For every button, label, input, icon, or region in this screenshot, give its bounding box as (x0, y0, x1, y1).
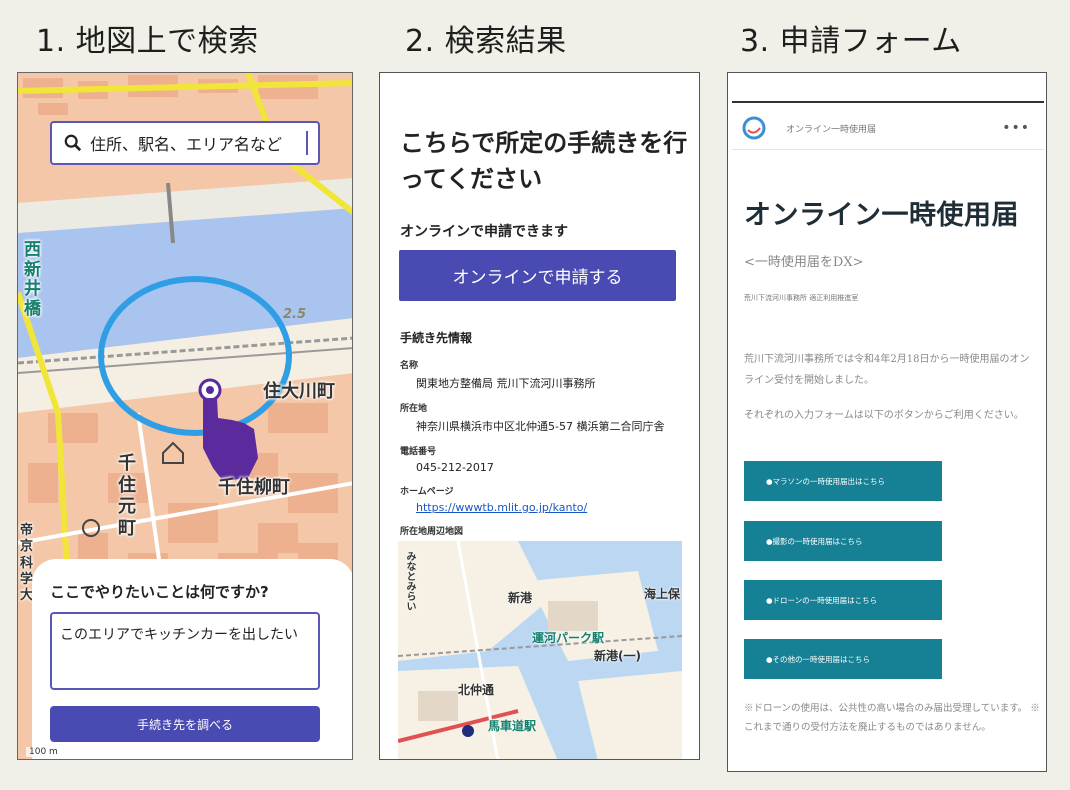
map-label-elevation: 2.5 (283, 307, 307, 322)
step1-title: 1. 地図上で検索 (36, 24, 259, 59)
site-logo-icon (742, 116, 766, 140)
location-map[interactable]: みなとみらい 新港 運河パーク駅 新港(一) 北仲通 馬車道駅 海上保 (398, 541, 682, 759)
purpose-textarea[interactable]: このエリアでキッチンカーを出したい (50, 612, 320, 690)
name-label: 名称 (400, 361, 419, 371)
office-info: 荒川下流河川事務所 適正利用推進室 (744, 294, 859, 302)
site-name: オンライン一時使用届 (786, 124, 877, 135)
phone-label: 電話番号 (400, 447, 437, 457)
drone-form-button[interactable]: ●ドローンの一時使用届はこちら (744, 580, 942, 620)
map-label-senju-motomachi: 千 住 元 町 (118, 453, 136, 539)
form-header: オンライン一時使用届 ••• (742, 113, 1042, 143)
map-search-input[interactable]: 住所、駅名、エリア名など (50, 121, 320, 165)
step3-title: 3. 申請フォーム (740, 24, 962, 59)
map-text-minatomirai: みなとみらい (404, 551, 415, 611)
homepage-label: ホームページ (400, 487, 454, 497)
map-text-shinko: 新港 (508, 591, 533, 605)
form-subtitle: <一時使用届をDX> (744, 255, 864, 270)
phone-value: 045-212-2017 (416, 461, 494, 474)
search-icon (64, 134, 82, 152)
map-label-nishiarai: 西 新 井 橋 (24, 240, 41, 319)
procedure-info: 手続き先情報 名称 関東地方整備局 荒川下流河川事務所 所在地 神奈川県横浜市中… (400, 329, 690, 541)
header-divider (732, 149, 1044, 150)
marathon-form-button[interactable]: ●マラソンの一時使用届出はこちら (744, 461, 942, 501)
map-text-unga-park: 運河パーク駅 (532, 631, 605, 645)
map-text-shinko1: 新港(一) (594, 649, 641, 663)
online-subheading: オンラインで申請できます (400, 224, 568, 240)
map-label: 所在地周辺地図 (400, 527, 464, 537)
homepage-link[interactable]: https://wwwtb.mlit.go.jp/kanto/ (400, 501, 690, 514)
intro-text: 荒川下流河川事務所では令和4年2月18日から一時使用届のオンライン受付を開始しま… (744, 354, 1030, 386)
search-placeholder: 住所、駅名、エリア名など (90, 135, 283, 154)
form-title: オンライン一時使用届 (744, 200, 1019, 231)
name-value: 関東地方整備局 荒川下流河川事務所 (416, 377, 596, 390)
question-label: ここでやりたいことは何ですか? (50, 583, 269, 601)
instruction-text: それぞれの入力フォームは以下のボタンからご利用ください。 (744, 410, 1024, 421)
apply-online-button[interactable]: オンラインで申請する (399, 250, 676, 301)
more-menu-icon[interactable]: ••• (1002, 120, 1030, 136)
footnote: ※ドローンの使用は、公共性の高い場合のみ届出受理しています。 ※これまで通りの受… (744, 703, 1040, 733)
map-label-senju-yanagi: 千住柳町 (218, 477, 290, 498)
map-search-screen: 住所、駅名、エリア名など 西 新 井 橋 2.5 住大川町 千 住 元 町 千住… (17, 72, 353, 760)
info-section-title: 手続き先情報 (400, 331, 473, 345)
map-text-kitanaka: 北仲通 (458, 683, 495, 697)
result-screen: こちらで所定の手続きを行ってください オンラインで申請できます オンラインで申請… (379, 72, 700, 760)
bottom-sheet: ここでやりたいことは何ですか? このエリアでキッチンカーを出したい 手続き先を調… (32, 559, 352, 759)
map-text-umi: 海上保 (644, 587, 681, 601)
step2-title: 2. 検索結果 (405, 24, 567, 59)
find-procedure-button[interactable]: 手続き先を調べる (50, 706, 320, 742)
map-text-bashamichi: 馬車道駅 (488, 719, 537, 733)
top-border (732, 101, 1044, 103)
text-caret (306, 131, 308, 155)
map-label-sumida: 住大川町 (263, 381, 335, 402)
form-screen: オンライン一時使用届 ••• オンライン一時使用届 <一時使用届をDX> 荒川下… (727, 72, 1047, 772)
other-form-button[interactable]: ●その他の一時使用届はこちら (744, 639, 942, 679)
filming-form-button[interactable]: ●撮影の一時使用届はこちら (744, 521, 942, 561)
address-value: 神奈川県横浜市中区北仲通5-57 横浜第二合同庁舎 (416, 420, 665, 433)
address-label: 所在地 (400, 404, 428, 414)
map-scale: 100 m (26, 747, 61, 757)
result-heading: こちらで所定の手続きを行ってください (400, 129, 688, 193)
